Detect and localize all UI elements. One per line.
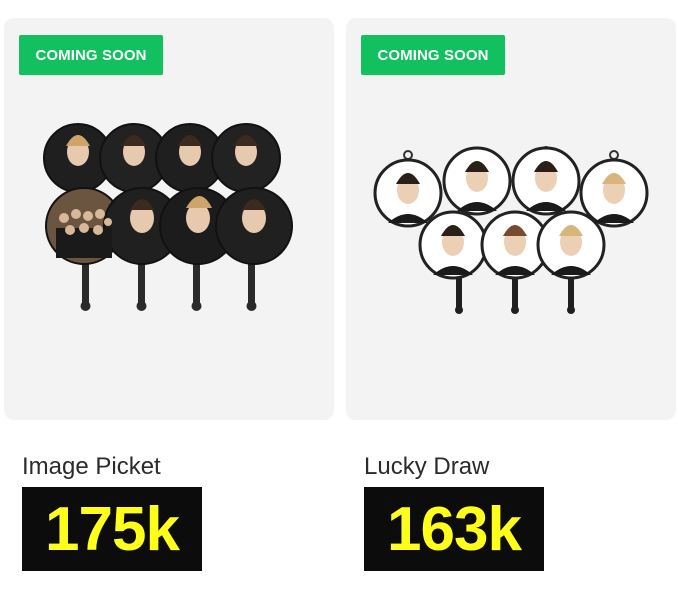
coming-soon-badge: COMING SOON <box>361 35 505 75</box>
vote-count: 163k <box>364 487 544 571</box>
lucky-draw-product-image <box>373 146 649 314</box>
product-title[interactable]: Image Picket <box>22 453 161 481</box>
coming-soon-badge: COMING SOON <box>19 35 163 75</box>
product-card-image-picket[interactable]: COMING SOON Image Picket 175k <box>4 0 334 605</box>
product-title[interactable]: Lucky Draw <box>364 453 489 481</box>
vote-count: 175k <box>22 487 202 571</box>
product-card-lucky-draw[interactable]: COMING SOON Lucky Draw 163k <box>346 0 676 605</box>
product-image-panel[interactable]: COMING SOON <box>346 18 676 420</box>
product-image-panel[interactable]: COMING SOON <box>4 18 334 420</box>
image-picket-product-image <box>43 123 293 311</box>
